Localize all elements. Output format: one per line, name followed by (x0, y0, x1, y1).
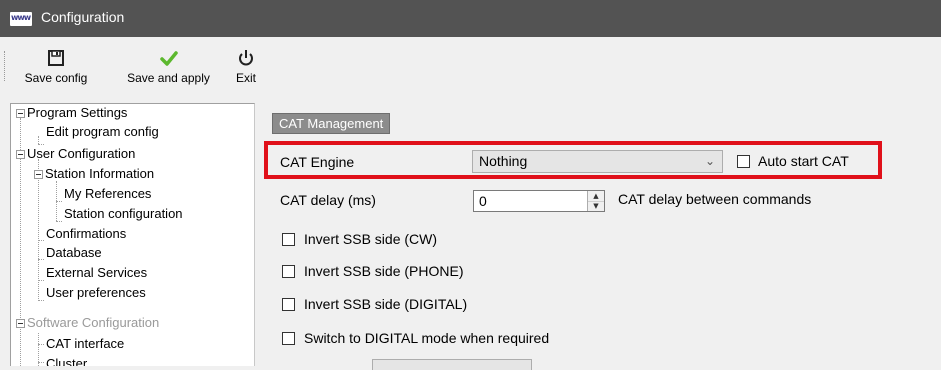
tree-item-user-preferences[interactable]: User preferences (46, 285, 146, 300)
invert-ssb-digital-label: Invert SSB side (DIGITAL) (304, 296, 468, 312)
tree-item-database[interactable]: Database (46, 245, 102, 260)
collapse-toggle-icon[interactable] (16, 109, 25, 118)
invert-ssb-digital-checkbox[interactable] (282, 298, 295, 311)
save-config-button[interactable]: Save config (8, 37, 104, 93)
spin-buttons: ▲ ▼ (587, 191, 604, 211)
collapse-toggle-icon[interactable] (34, 170, 43, 179)
tree-connector (38, 259, 44, 260)
checkmark-icon (159, 51, 178, 66)
invert-ssb-phone-label: Invert SSB side (PHONE) (304, 263, 464, 279)
tree-connector (20, 118, 21, 150)
auto-start-cat-label: Auto start CAT (758, 153, 849, 169)
tree-item-cat-interface[interactable]: CAT interface (46, 336, 124, 351)
chevron-down-icon: ⌄ (704, 154, 715, 168)
section-title: CAT Management (272, 113, 391, 134)
tree-connector (38, 240, 44, 241)
tree-item-my-references[interactable]: My References (64, 186, 151, 201)
tree-connector (38, 144, 44, 145)
collapse-toggle-icon[interactable] (16, 319, 25, 328)
tree-connector (38, 362, 44, 363)
tree-item-program-settings[interactable]: Program Settings (27, 105, 127, 120)
cat-delay-spinbox[interactable]: 0 ▲ ▼ (473, 190, 605, 212)
tree-item-external-services[interactable]: External Services (46, 265, 147, 280)
switch-digital-checkbox[interactable] (282, 332, 295, 345)
floppy-disk-icon (48, 50, 64, 66)
invert-ssb-phone-checkbox[interactable] (282, 265, 295, 278)
invert-ssb-cw-checkbox[interactable] (282, 233, 295, 246)
settings-tree[interactable]: Program Settings Edit program config Use… (10, 103, 255, 366)
cat-delay-help: CAT delay between commands (618, 191, 812, 207)
tree-connector (38, 136, 39, 144)
cat-settings-panel: CAT Management CAT Engine Nothing ⌄ Auto… (256, 93, 941, 370)
tree-item-station-information[interactable]: Station Information (45, 166, 154, 181)
tree-item-software-configuration[interactable]: Software Configuration (27, 315, 159, 330)
cat-engine-value: Nothing (479, 153, 528, 169)
tree-connector (20, 159, 21, 366)
window-title: Configuration (41, 9, 125, 25)
exit-button[interactable]: Exit (230, 37, 262, 93)
save-config-label: Save config (24, 71, 88, 85)
title-bar: www Configuration (0, 0, 941, 37)
tree-connector (38, 300, 44, 301)
switch-digital-label: Switch to DIGITAL mode when required (304, 330, 550, 346)
tree-connector (38, 344, 44, 345)
app-logo-icon: www (10, 12, 32, 26)
exit-label: Exit (235, 71, 256, 85)
cat-delay-value: 0 (479, 193, 487, 209)
toolbar: Save config Save and apply Exit (0, 37, 941, 93)
cat-engine-label: CAT Engine (280, 154, 355, 170)
tree-connector (56, 221, 62, 222)
tree-item-edit-program-config[interactable]: Edit program config (46, 124, 159, 139)
toolbar-grip[interactable] (4, 51, 7, 81)
tree-connector (56, 201, 62, 202)
cat-engine-select[interactable]: Nothing ⌄ (472, 150, 723, 173)
tree-item-station-configuration[interactable]: Station configuration (64, 206, 183, 221)
tree-item-user-configuration[interactable]: User Configuration (27, 146, 135, 161)
power-icon (239, 50, 253, 66)
cat-delay-label: CAT delay (ms) (280, 192, 376, 208)
invert-ssb-cw-label: Invert SSB side (CW) (304, 231, 438, 247)
save-and-apply-label: Save and apply (127, 71, 210, 85)
spin-down-icon[interactable]: ▼ (588, 201, 604, 211)
collapse-toggle-icon[interactable] (16, 150, 25, 159)
tree-connector (38, 280, 44, 281)
auto-start-cat-checkbox[interactable] (737, 155, 750, 168)
save-and-apply-button[interactable]: Save and apply (111, 37, 226, 93)
tree-item-confirmations[interactable]: Confirmations (46, 226, 126, 241)
